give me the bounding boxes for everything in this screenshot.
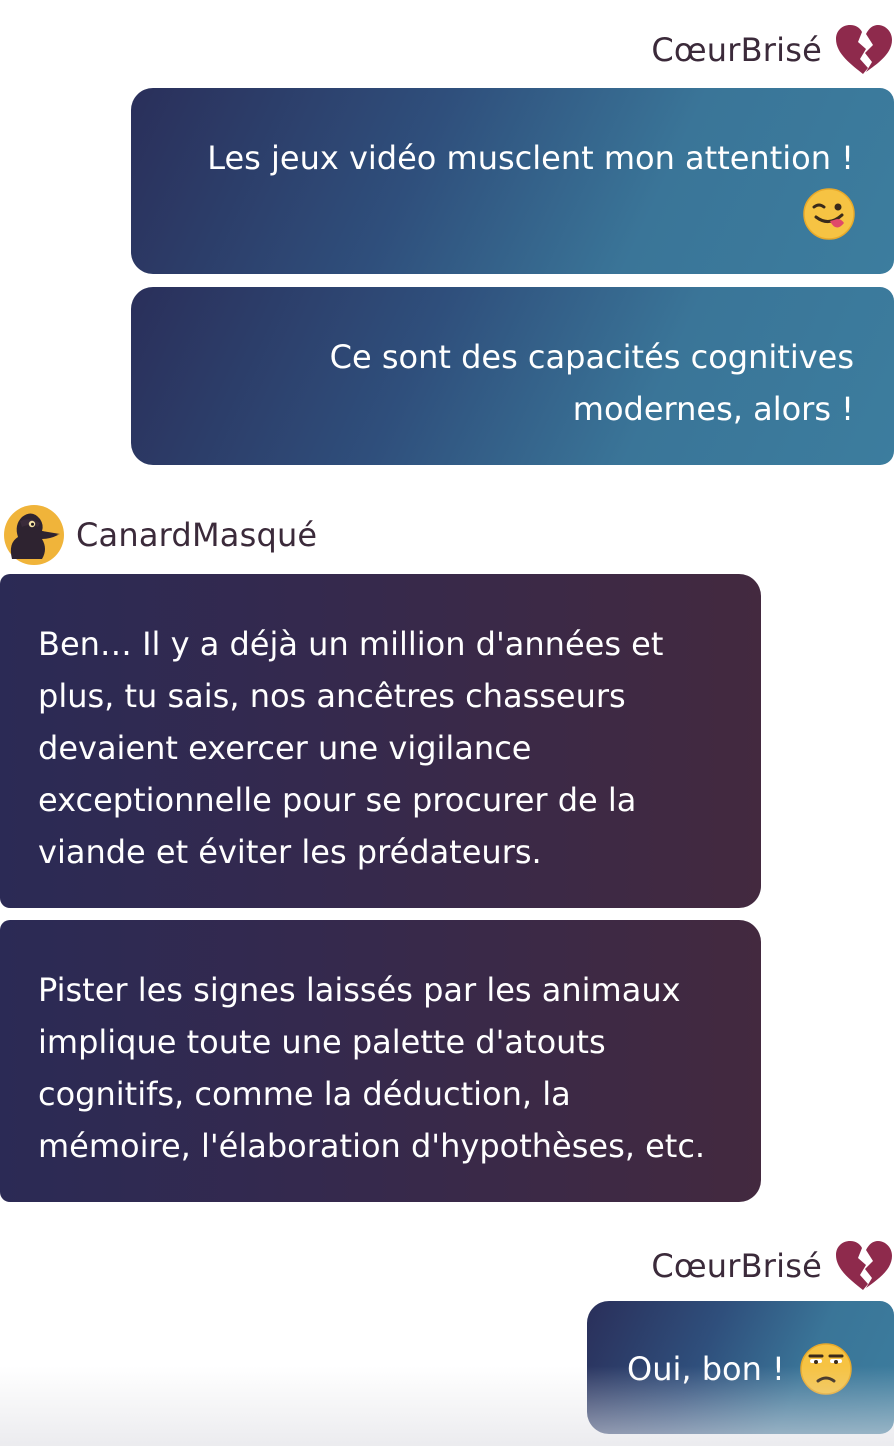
message-bubble: Ce sont des capacités cognitives moderne…: [131, 287, 894, 465]
message-text: Pister les signes laissés par les animau…: [38, 971, 706, 1165]
sender-label-canardmasque: CanardMasqué: [2, 502, 318, 568]
sender-name: CœurBrisé: [651, 1247, 822, 1285]
message-text: Oui, bon !: [627, 1350, 785, 1388]
masked-duck-avatar-icon: [2, 503, 66, 567]
message-text: Ben… Il y a déjà un million d'années et …: [38, 625, 664, 871]
broken-heart-icon: [832, 1238, 894, 1294]
message-bubble: Pister les signes laissés par les animau…: [0, 920, 761, 1202]
message-text: Ce sont des capacités cognitives moderne…: [329, 338, 854, 428]
sender-name: CanardMasqué: [76, 516, 318, 554]
message-bubble: Oui, bon !: [587, 1301, 894, 1434]
broken-heart-icon: [832, 22, 894, 78]
message-bubble: Ben… Il y a déjà un million d'années et …: [0, 574, 761, 908]
message-text: Les jeux vidéo musclent mon attention !: [207, 139, 854, 177]
chat-thread: CœurBrisé Les jeux vidéo musclent mon at…: [0, 0, 894, 1446]
sender-label-coeurbrise: CœurBrisé: [647, 20, 894, 80]
winking-tongue-emoji-icon: [802, 187, 856, 241]
message-bubble: Les jeux vidéo musclent mon attention !: [131, 88, 894, 274]
sender-label-coeurbrise: CœurBrisé: [647, 1236, 894, 1296]
unamused-face-emoji-icon: [799, 1342, 853, 1396]
sender-name: CœurBrisé: [651, 31, 822, 69]
